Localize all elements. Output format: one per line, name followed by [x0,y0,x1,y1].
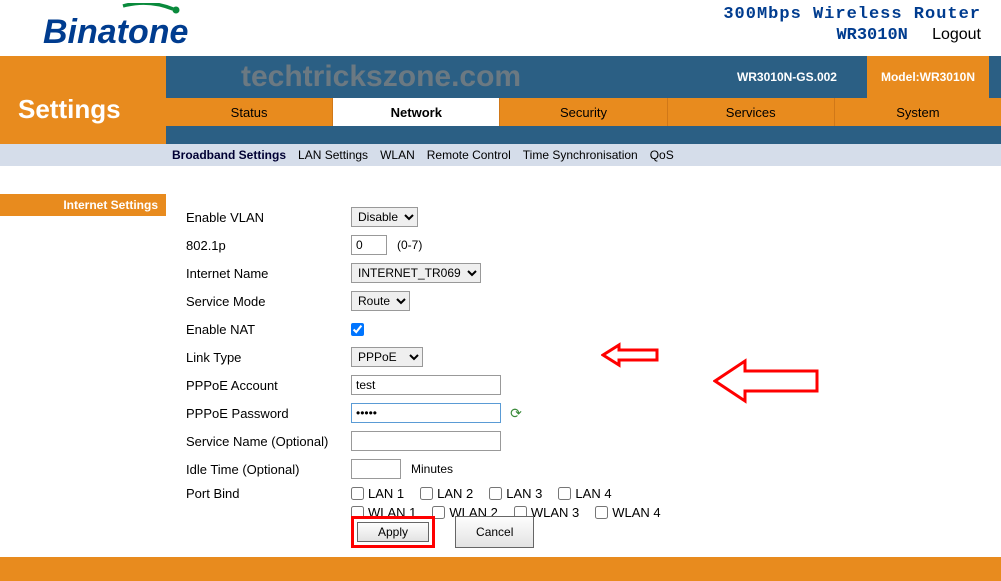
portbind-lan2[interactable] [420,487,433,500]
enable-vlan-select[interactable]: Disable [351,207,418,227]
svg-text:Binatone: Binatone [43,13,188,51]
service-name-label: Service Name (Optional) [186,434,351,449]
portbind-wlan4[interactable] [595,506,608,519]
firmware-version: WR3010N-GS.002 [737,70,837,84]
link-type-select[interactable]: PPPoE [351,347,423,367]
portbind-lan1[interactable] [351,487,364,500]
tab-status[interactable]: Status [166,98,333,126]
cancel-button[interactable]: Cancel [455,516,534,548]
portbind-lan4[interactable] [558,487,571,500]
8021p-label: 802.1p [186,238,351,253]
main-form: Enable VLAN Disable 802.1p (0-7) Interne… [166,166,1001,568]
idle-time-input[interactable] [351,459,401,479]
enable-nat-label: Enable NAT [186,322,351,337]
tab-network[interactable]: Network [333,98,500,126]
header-info: 300Mbps Wireless Router WR3010N Logout [723,5,981,45]
logout-link[interactable]: Logout [932,26,981,43]
link-type-label: Link Type [186,350,351,365]
tab-system[interactable]: System [835,98,1001,126]
tab-security[interactable]: Security [500,98,667,126]
internet-name-select[interactable]: INTERNET_TR069 [351,263,481,283]
subnav-lan[interactable]: LAN Settings [296,148,370,162]
internet-name-label: Internet Name [186,266,351,281]
port-bind-label: Port Bind [186,486,351,501]
service-mode-label: Service Mode [186,294,351,309]
sub-nav: Broadband Settings LAN Settings WLAN Rem… [170,148,676,162]
model-short: WR3010N [836,26,907,45]
refresh-icon[interactable]: ⟳ [509,406,523,420]
enable-vlan-label: Enable VLAN [186,210,351,225]
subnav-wlan[interactable]: WLAN [378,148,417,162]
tab-services[interactable]: Services [668,98,835,126]
sidebar-internet-settings[interactable]: Internet Settings [0,194,166,216]
8021p-hint: (0-7) [397,238,422,252]
pppoe-password-input[interactable] [351,403,501,423]
subnav-broadband[interactable]: Broadband Settings [170,148,288,162]
apply-button[interactable]: Apply [357,522,429,542]
product-line: 300Mbps Wireless Router [723,5,981,24]
subnav-time[interactable]: Time Synchronisation [521,148,640,162]
8021p-input[interactable] [351,235,387,255]
watermark: techtrickszone.com [241,60,521,94]
pppoe-account-input[interactable] [351,375,501,395]
portbind-lan3[interactable] [489,487,502,500]
idle-time-label: Idle Time (Optional) [186,462,351,477]
apply-highlight: Apply [351,516,435,548]
settings-title: Settings [0,56,166,144]
idle-time-unit: Minutes [411,462,453,476]
pppoe-password-label: PPPoE Password [186,406,351,421]
service-mode-select[interactable]: Route [351,291,410,311]
pppoe-account-label: PPPoE Account [186,378,351,393]
sidebar: Internet Settings [0,166,166,568]
enable-nat-checkbox[interactable] [351,323,364,336]
main-tabs: Status Network Security Services System [166,98,1001,126]
subnav-qos[interactable]: QoS [648,148,676,162]
service-name-input[interactable] [351,431,501,451]
subnav-remote[interactable]: Remote Control [425,148,513,162]
model-label: Model:WR3010N [867,56,989,98]
footer-bar [0,557,1001,581]
brand-logo: Binatone [28,3,228,51]
